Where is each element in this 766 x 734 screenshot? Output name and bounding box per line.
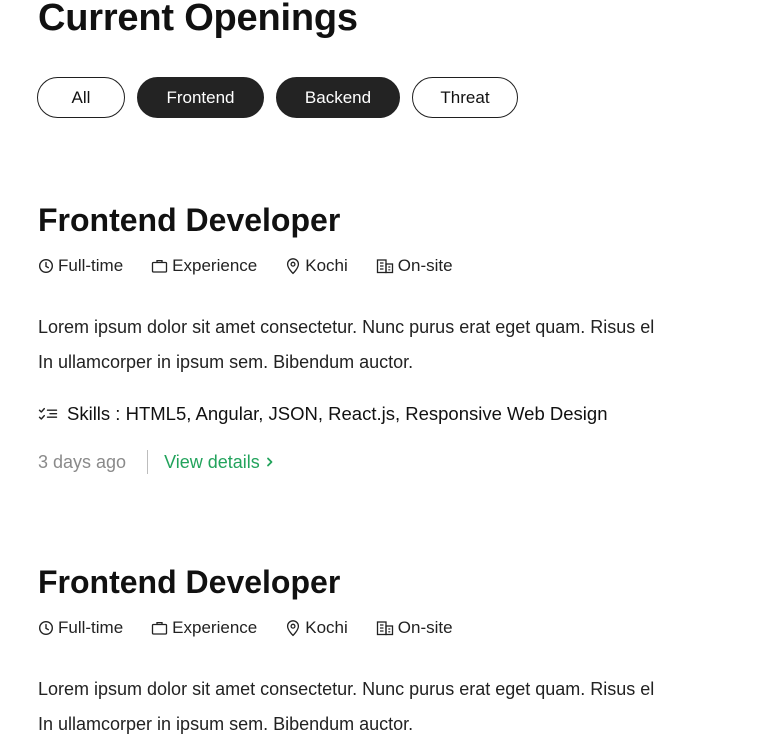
page-title: Current Openings xyxy=(38,0,358,39)
job-card: Frontend Developer Full-time Experience xyxy=(38,198,766,475)
job-meta: Full-time Experience Kochi On-site xyxy=(38,255,766,277)
job-type: Full-time xyxy=(38,256,123,276)
job-description: Lorem ipsum dolor sit amet consectetur. … xyxy=(38,672,766,734)
job-level: Experience xyxy=(151,256,257,276)
job-skills: Skills : HTML5, Angular, JSON, React.js,… xyxy=(38,403,766,425)
job-mode: On-site xyxy=(376,256,453,276)
briefcase-icon xyxy=(152,621,168,635)
view-details-link[interactable]: View details xyxy=(164,452,274,473)
posted-date: 3 days ago xyxy=(38,451,127,472)
filter-pills: All Frontend Backend Threat xyxy=(37,77,518,118)
job-location: Kochi xyxy=(285,618,348,638)
checklist-icon xyxy=(38,407,58,420)
job-mode: On-site xyxy=(376,618,453,638)
clock-icon xyxy=(38,620,54,636)
job-description-line: Lorem ipsum dolor sit amet consectetur. … xyxy=(38,679,655,699)
job-type: Full-time xyxy=(38,618,123,638)
job-location: Kochi xyxy=(285,256,348,276)
job-footer: 3 days ago View details xyxy=(38,449,766,475)
filter-backend-button[interactable]: Backend xyxy=(276,77,400,118)
job-title: Frontend Developer xyxy=(38,564,341,600)
filter-threat-button[interactable]: Threat xyxy=(412,77,518,118)
job-title: Frontend Developer xyxy=(38,202,341,238)
clock-icon xyxy=(38,258,54,274)
careers-page: Current Openings All Frontend Backend Th… xyxy=(0,0,766,734)
job-description-line: In ullamcorper in ipsum sem. Bibendum au… xyxy=(38,714,414,734)
briefcase-icon xyxy=(152,259,168,273)
job-mode-label: On-site xyxy=(397,618,453,637)
job-description: Lorem ipsum dolor sit amet consectetur. … xyxy=(38,310,766,380)
map-pin-icon xyxy=(287,620,300,637)
job-card: Frontend Developer Full-time Experience xyxy=(38,560,766,734)
job-description-line: In ullamcorper in ipsum sem. Bibendum au… xyxy=(38,352,414,372)
chevron-right-icon xyxy=(266,457,273,467)
job-mode-label: On-site xyxy=(397,256,453,275)
job-level: Experience xyxy=(151,618,257,638)
divider xyxy=(147,450,149,474)
job-location-label: Kochi xyxy=(305,256,348,275)
view-details-label: View details xyxy=(164,451,260,472)
job-meta: Full-time Experience Kochi On-site xyxy=(38,617,766,639)
map-pin-icon xyxy=(287,258,300,275)
filter-all-button[interactable]: All xyxy=(37,77,125,118)
job-description-line: Lorem ipsum dolor sit amet consectetur. … xyxy=(38,317,655,337)
filter-frontend-button[interactable]: Frontend xyxy=(137,77,264,118)
building-icon xyxy=(376,621,393,636)
job-type-label: Full-time xyxy=(58,256,124,275)
job-level-label: Experience xyxy=(172,256,258,275)
job-location-label: Kochi xyxy=(305,618,348,637)
building-icon xyxy=(376,259,393,274)
job-level-label: Experience xyxy=(172,618,258,637)
job-type-label: Full-time xyxy=(58,618,124,637)
job-skills-text: Skills : HTML5, Angular, JSON, React.js,… xyxy=(67,403,608,424)
